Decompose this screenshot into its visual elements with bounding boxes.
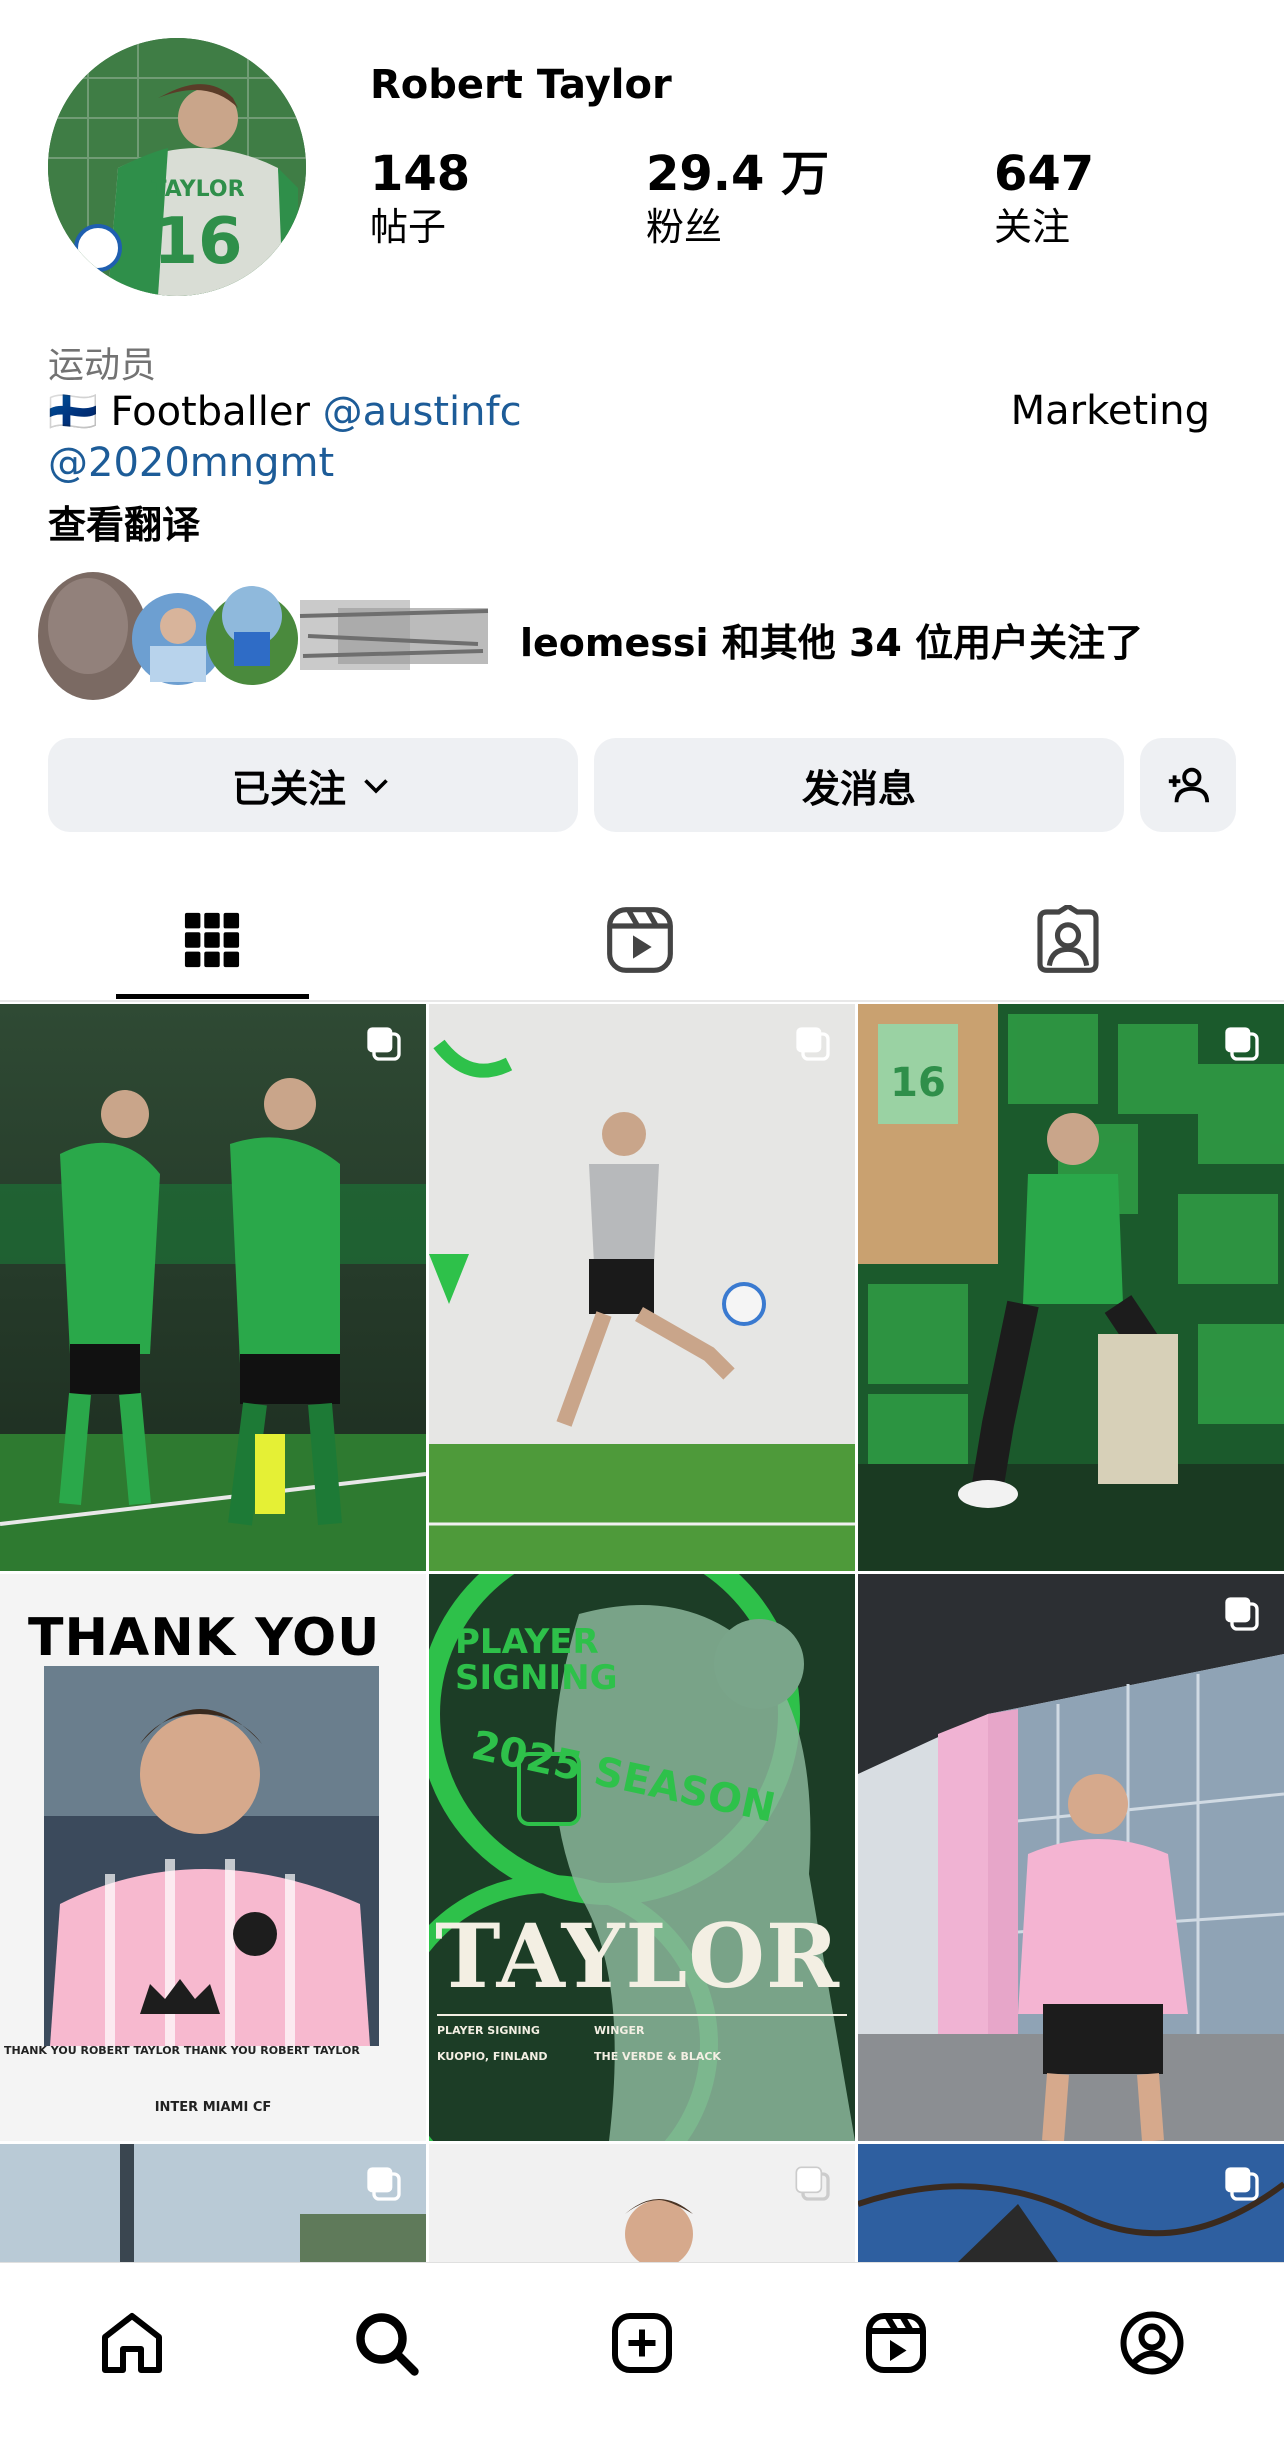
nav-reels[interactable] xyxy=(856,2303,936,2383)
bio-mention-austinfc[interactable]: @austinfc xyxy=(323,389,522,435)
add-person-icon xyxy=(1168,767,1210,803)
profile-name: Robert Taylor xyxy=(370,62,672,108)
stat-posts-value: 148 xyxy=(370,146,471,202)
post-tile-8[interactable] xyxy=(429,2144,855,2262)
poster-taylor: TAYLOR xyxy=(435,1904,841,2008)
create-icon xyxy=(612,2313,672,2373)
post-tile-9[interactable] xyxy=(858,2144,1284,2262)
message-label: 发消息 xyxy=(801,766,916,811)
multiple-posts-icon xyxy=(1225,2167,1259,2201)
following-button[interactable]: 已关注 xyxy=(48,738,578,832)
poster-side-text: THANK YOU ROBERT TAYLOR THANK YOU ROBERT… xyxy=(4,2044,360,2057)
stat-followers[interactable]: 29.4 万 粉丝 xyxy=(646,146,829,252)
tab-divider xyxy=(0,1000,1284,1002)
profile-category: 运动员 xyxy=(48,345,157,386)
post-tile-5[interactable]: PLAYER SIGNING 2025 SEASON TAYLOR PLAYER… xyxy=(429,1574,855,2141)
stat-following-label: 关注 xyxy=(994,205,1071,249)
stat-followers-value: 29.4 万 xyxy=(646,146,830,202)
following-label: 已关注 xyxy=(231,766,346,811)
multiple-posts-icon xyxy=(367,1027,401,1061)
tab-posts-grid[interactable] xyxy=(112,880,312,1000)
multiple-posts-icon xyxy=(1225,1597,1259,1631)
bio-text: Footballer xyxy=(110,389,310,435)
post-tile-7[interactable] xyxy=(0,2144,426,2262)
chevron-down-icon xyxy=(364,779,388,794)
reels-icon xyxy=(607,907,673,973)
stat-following[interactable]: 647 关注 xyxy=(994,146,1094,252)
nav-search[interactable] xyxy=(346,2303,426,2383)
nav-create[interactable] xyxy=(602,2303,682,2383)
tagged-icon xyxy=(1037,905,1099,973)
stat-followers-label: 粉丝 xyxy=(646,205,723,249)
poster-player-signing: PLAYER SIGNING xyxy=(455,1622,618,1698)
grid-icon xyxy=(184,912,240,968)
message-button[interactable]: 发消息 xyxy=(594,738,1124,832)
bottom-nav-bar xyxy=(0,2262,1284,2458)
see-translation-link[interactable]: 查看翻译 xyxy=(48,494,200,549)
stat-posts-label: 帖子 xyxy=(370,205,447,249)
active-tab-indicator xyxy=(116,994,309,999)
poster-thank-you: THANK YOU xyxy=(28,1608,381,1668)
poster-signing-small: PLAYER SIGNING xyxy=(437,2024,540,2037)
multiple-posts-icon xyxy=(1225,1027,1259,1061)
reels-icon xyxy=(866,2313,926,2373)
poster-rule xyxy=(437,2014,847,2016)
jersey-name: TAYLOR xyxy=(151,177,244,202)
profile-avatar[interactable]: TAYLOR 16 xyxy=(48,38,306,296)
poster-winger: WINGER xyxy=(594,2024,645,2037)
bio-mention-2020mngmt[interactable]: @2020mngmt xyxy=(48,440,334,486)
followed-by-text[interactable]: leomessi 和其他 34 位用户关注了 xyxy=(520,612,1143,667)
post-tile-2[interactable] xyxy=(429,1004,855,1571)
tab-tagged[interactable] xyxy=(968,880,1168,1000)
bio-marketing: Marketing xyxy=(1010,388,1210,434)
stat-following-value: 647 xyxy=(994,146,1095,202)
multiple-posts-icon xyxy=(795,2166,830,2201)
followed-by-avatars[interactable] xyxy=(38,566,498,706)
finland-flag: 🇫🇮 xyxy=(48,389,98,435)
tab-reels[interactable] xyxy=(540,880,740,1000)
post-tile-6[interactable] xyxy=(858,1574,1284,2141)
jersey-number: 16 xyxy=(153,205,242,279)
post-tile-4[interactable]: THANK YOU THANK YOU ROBERT TAYLOR THANK … xyxy=(0,1574,426,2141)
search-icon xyxy=(356,2313,419,2376)
poster-kuopio: KUOPIO, FINLAND xyxy=(437,2050,548,2063)
nav-home[interactable] xyxy=(92,2303,172,2383)
suggested-users-button[interactable] xyxy=(1140,738,1236,832)
svg-text:16: 16 xyxy=(890,1060,946,1106)
profile-icon xyxy=(1120,2311,1184,2375)
bio-line: 🇫🇮 Footballer @austinfc xyxy=(48,388,522,435)
multiple-posts-icon xyxy=(796,1027,830,1061)
poster-verde: THE VERDE & BLACK xyxy=(594,2050,721,2063)
multiple-posts-icon xyxy=(367,2167,401,2201)
post-tile-3[interactable]: 16 xyxy=(858,1004,1284,1571)
home-icon xyxy=(102,2313,162,2373)
poster-inter-miami: INTER MIAMI CF xyxy=(154,2100,272,2115)
post-tile-1[interactable] xyxy=(0,1004,426,1571)
stat-posts[interactable]: 148 帖子 xyxy=(370,146,470,252)
nav-profile[interactable] xyxy=(1112,2303,1192,2383)
